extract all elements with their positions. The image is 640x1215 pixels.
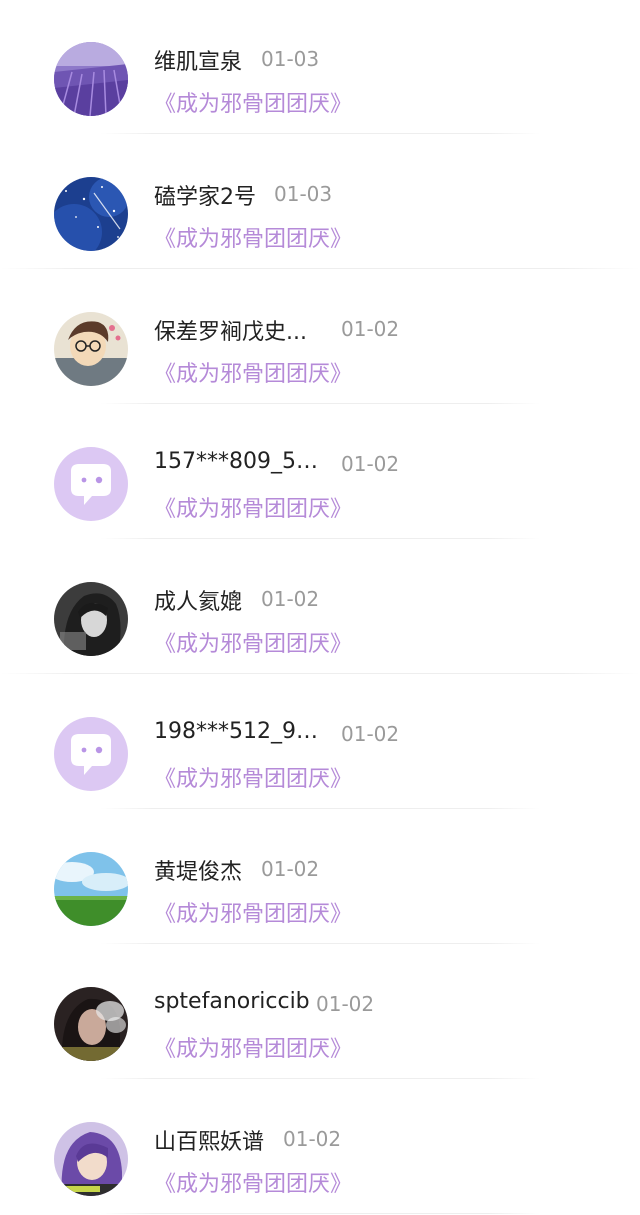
grayscale-girl-photo-icon	[54, 582, 128, 656]
lavender-field-photo-icon	[54, 42, 128, 116]
cartoon-boy-with-glasses-icon	[54, 312, 128, 386]
comment-date: 01-02	[261, 857, 320, 881]
divider	[100, 133, 540, 134]
book-title-link[interactable]: 《成为邪骨团团厌》	[154, 626, 352, 658]
book-title-link[interactable]: 《成为邪骨团团厌》	[154, 86, 352, 118]
avatar[interactable]	[54, 42, 128, 116]
user-name[interactable]: 维肌宣泉	[154, 44, 242, 76]
avatar[interactable]	[54, 312, 128, 386]
divider	[100, 538, 540, 539]
user-name[interactable]: 保差罗裥戊史...	[154, 314, 307, 346]
smoking-person-photo-icon	[54, 987, 128, 1061]
list-item[interactable]: 157***809_55... 01-02 《成为邪骨团团厌》	[0, 405, 640, 540]
user-name[interactable]: 黄堤俊杰	[154, 854, 242, 886]
list-item[interactable]: 磕学家2号 01-03 《成为邪骨团团厌》	[0, 135, 640, 270]
comment-date: 01-02	[316, 992, 375, 1016]
avatar[interactable]	[54, 852, 128, 926]
divider	[100, 808, 540, 809]
user-name[interactable]: 157***809_55...	[154, 449, 324, 474]
divider	[0, 268, 640, 269]
book-title-link[interactable]: 《成为邪骨团团厌》	[154, 896, 352, 928]
book-title-link[interactable]: 《成为邪骨团团厌》	[154, 356, 352, 388]
user-name[interactable]: 山百熙妖谱	[154, 1124, 264, 1156]
divider	[0, 673, 640, 674]
comment-date: 01-03	[261, 47, 320, 71]
book-title-link[interactable]: 《成为邪骨团团厌》	[154, 761, 352, 793]
user-name[interactable]: sptefanoriccib	[154, 989, 310, 1014]
avatar[interactable]	[54, 987, 128, 1061]
comment-date: 01-02	[261, 587, 320, 611]
comment-date: 01-02	[283, 1127, 342, 1151]
book-title-link[interactable]: 《成为邪骨团团厌》	[154, 1031, 352, 1063]
divider	[100, 943, 540, 944]
avatar[interactable]	[54, 582, 128, 656]
comment-date: 01-02	[341, 722, 400, 746]
user-name[interactable]: 198***512_91...	[154, 719, 324, 744]
avatar[interactable]	[54, 177, 128, 251]
list-item[interactable]: sptefanoriccib 01-02 《成为邪骨团团厌》	[0, 945, 640, 1080]
list-item[interactable]: 198***512_91... 01-02 《成为邪骨团团厌》	[0, 675, 640, 810]
list-item[interactable]: 黄堤俊杰 01-02 《成为邪骨团团厌》	[0, 810, 640, 945]
divider	[100, 1078, 540, 1079]
list-item[interactable]: 维肌宣泉 01-03 《成为邪骨团团厌》	[0, 0, 640, 135]
user-name[interactable]: 成人氦媲	[154, 584, 242, 616]
comment-date: 01-02	[341, 317, 400, 341]
book-title-link[interactable]: 《成为邪骨团团厌》	[154, 1166, 352, 1198]
default-chat-bubble-icon	[54, 717, 128, 791]
default-chat-bubble-icon	[54, 447, 128, 521]
purple-hair-girl-photo-icon	[54, 1122, 128, 1196]
book-title-link[interactable]: 《成为邪骨团团厌》	[154, 491, 352, 523]
avatar[interactable]	[54, 1122, 128, 1196]
divider	[100, 403, 540, 404]
list-item[interactable]: 成人氦媲 01-02 《成为邪骨团团厌》	[0, 540, 640, 675]
avatar[interactable]	[54, 717, 128, 791]
book-title-link[interactable]: 《成为邪骨团团厌》	[154, 221, 352, 253]
list-item[interactable]: 保差罗裥戊史... 01-02 《成为邪骨团团厌》	[0, 270, 640, 405]
list-item[interactable]: 山百熙妖谱 01-02 《成为邪骨团团厌》	[0, 1080, 640, 1215]
user-name[interactable]: 磕学家2号	[154, 179, 256, 211]
avatar[interactable]	[54, 447, 128, 521]
comment-date: 01-02	[341, 452, 400, 476]
comment-list: 维肌宣泉 01-03 《成为邪骨团团厌》 磕学家2号 01-03 《成为邪骨团团…	[0, 0, 640, 1214]
starry-night-photo-icon	[54, 177, 128, 251]
sky-and-grass-photo-icon	[54, 852, 128, 926]
comment-date: 01-03	[274, 182, 333, 206]
